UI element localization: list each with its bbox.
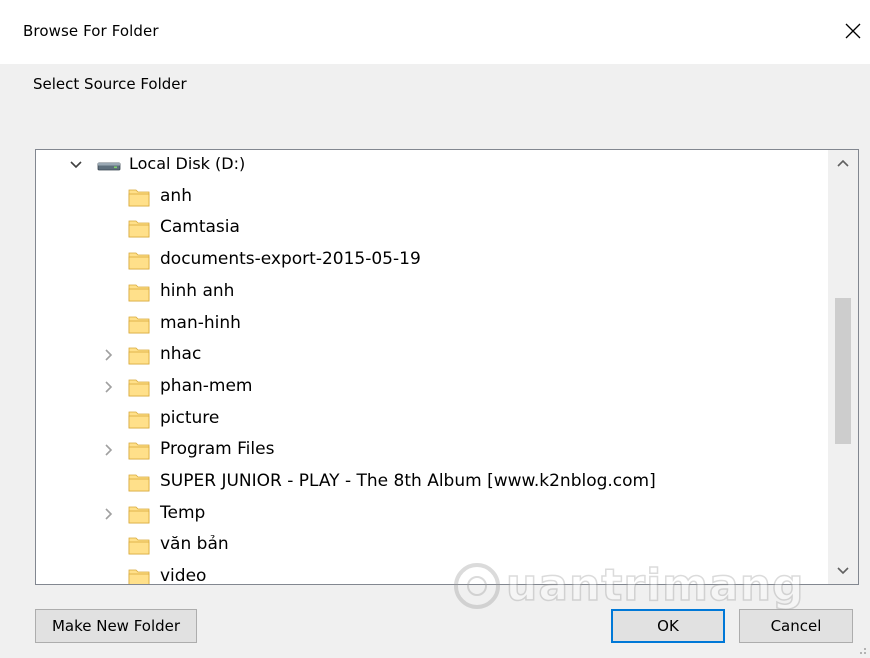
make-new-folder-button[interactable]: Make New Folder [35,609,197,643]
tree-item-label: video [160,566,207,585]
scroll-up-button[interactable] [828,150,858,176]
tree-item-label: hinh anh [160,281,235,301]
scrollbar-thumb[interactable] [835,298,851,444]
folder-icon [128,442,150,460]
folder-icon [128,220,150,238]
tree-item-label: documents-export-2015-05-19 [160,249,421,269]
tree-item-folder[interactable]: phan-mem [36,372,828,402]
tree-item-label: văn bản [160,534,229,554]
chevron-right-icon[interactable] [102,507,116,521]
tree-item-folder[interactable]: SUPER JUNIOR - PLAY - The 8th Album [www… [36,467,828,497]
chevron-down-icon[interactable] [69,158,83,172]
tree-item-label: picture [160,408,220,428]
cancel-button[interactable]: Cancel [739,609,853,643]
folder-icon [128,189,150,207]
folder-icon [128,537,150,555]
folder-icon [128,316,150,334]
folder-icon [128,474,150,492]
tree-item-folder[interactable]: documents-export-2015-05-19 [36,245,828,275]
tree-item-label: phan-mem [160,376,253,396]
folder-tree[interactable]: Local Disk (D:) anh Camtasia documents-exp… [35,149,859,585]
tree-item-folder[interactable]: Program Files [36,435,828,465]
chevron-right-icon[interactable] [102,443,116,457]
tree-item-label: Temp [160,503,206,523]
title-bar: Browse For Folder [0,0,870,64]
resize-grip-icon[interactable] [855,643,867,655]
browse-folder-dialog: Browse For Folder Select Source Folder L… [0,0,870,658]
tree-item-folder[interactable]: Temp [36,499,828,529]
folder-icon [128,411,150,429]
tree-item-folder[interactable]: Camtasia [36,213,828,243]
vertical-scrollbar[interactable] [828,150,858,584]
folder-icon [128,506,150,524]
tree-item-label: Local Disk (D:) [129,154,246,173]
scroll-down-button[interactable] [828,558,858,584]
tree-item-folder[interactable]: picture [36,404,828,434]
tree-item-label: nhac [160,344,202,364]
folder-tree-rows: Local Disk (D:) anh Camtasia documents-exp… [36,150,828,584]
ok-button[interactable]: OK [611,609,725,643]
tree-item-folder[interactable]: anh [36,182,828,212]
chevron-right-icon[interactable] [102,348,116,362]
tree-item-label: Camtasia [160,217,240,237]
tree-item-folder[interactable]: nhac [36,340,828,370]
tree-item-label: SUPER JUNIOR - PLAY - The 8th Album [www… [160,471,656,491]
tree-item-folder[interactable]: video [36,562,828,585]
tree-item-label: anh [160,186,192,206]
tree-item-folder[interactable]: man-hinh [36,309,828,339]
folder-icon [128,379,150,397]
tree-item-label: Program Files [160,439,275,459]
tree-item-local-disk[interactable]: Local Disk (D:) [36,150,828,180]
folder-icon [128,347,150,365]
close-icon [845,23,861,39]
tree-item-folder[interactable]: hinh anh [36,277,828,307]
folder-icon [128,569,150,584]
tree-item-label: man-hinh [160,313,241,333]
dialog-prompt: Select Source Folder [33,75,187,93]
drive-icon [97,162,121,171]
folder-icon [128,252,150,270]
close-button[interactable] [836,14,870,48]
chevron-down-icon [837,567,849,575]
folder-icon [128,284,150,302]
window-title: Browse For Folder [23,22,159,40]
chevron-right-icon[interactable] [102,380,116,394]
tree-item-folder[interactable]: văn bản [36,530,828,560]
chevron-up-icon [837,159,849,167]
